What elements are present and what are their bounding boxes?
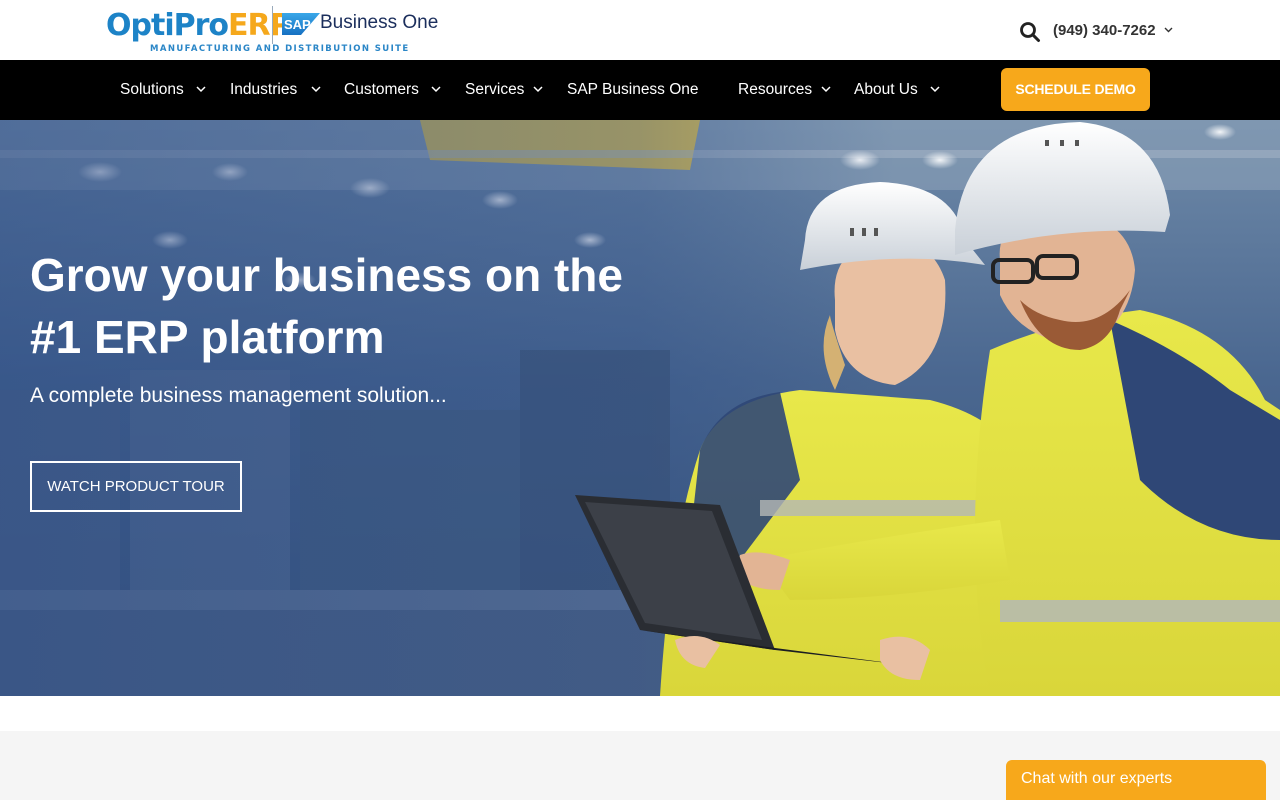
phone-dropdown[interactable]: (949) 340-7262 bbox=[1053, 22, 1173, 39]
page: OptiProERP® SAP Business One MANUFACTURI… bbox=[0, 0, 1280, 800]
nav-item-customers[interactable]: Customers bbox=[344, 60, 419, 120]
nav-item-industries[interactable]: Industries bbox=[230, 60, 297, 120]
nav-item-resources[interactable]: Resources bbox=[738, 60, 812, 120]
nav-label: Services bbox=[465, 81, 525, 98]
watch-product-tour-button[interactable]: WATCH PRODUCT TOUR bbox=[30, 461, 242, 512]
main-nav: Solutions Industries Customers Services … bbox=[0, 60, 1280, 120]
sap-logo-icon: SAP bbox=[282, 13, 320, 35]
partner-product-name: Business One bbox=[320, 12, 439, 33]
nav-item-solutions[interactable]: Solutions bbox=[120, 60, 184, 120]
nav-item-sap-business-one[interactable]: SAP Business One bbox=[567, 60, 699, 120]
chevron-down-icon bbox=[196, 86, 206, 93]
nav-label: Resources bbox=[738, 81, 813, 98]
chevron-down-icon bbox=[311, 86, 321, 93]
hero-image bbox=[0, 120, 1280, 696]
nav-label: Industries bbox=[230, 81, 298, 98]
logo-divider bbox=[272, 6, 273, 44]
chevron-down-icon bbox=[930, 86, 940, 93]
chat-with-experts-button[interactable]: Chat with our experts bbox=[1006, 760, 1266, 800]
logo-tagline: MANUFACTURING AND DISTRIBUTION SUITE bbox=[150, 44, 410, 54]
chevron-down-icon bbox=[533, 86, 543, 93]
hero-subtitle: A complete business management solution.… bbox=[30, 384, 447, 407]
nav-item-services[interactable]: Services bbox=[465, 60, 524, 120]
chevron-down-icon bbox=[1164, 27, 1173, 33]
nav-label: SAP Business One bbox=[567, 81, 699, 98]
hero-title: Grow your business on the #1 ERP platfor… bbox=[30, 249, 623, 363]
nav-item-about-us[interactable]: About Us bbox=[854, 60, 918, 120]
nav-label: About Us bbox=[854, 81, 918, 98]
svg-text:SAP: SAP bbox=[284, 17, 311, 32]
nav-label: Solutions bbox=[120, 81, 184, 98]
phone-number: (949) 340-7262 bbox=[1053, 22, 1156, 39]
search-button[interactable] bbox=[1019, 21, 1041, 43]
chevron-down-icon bbox=[431, 86, 441, 93]
nav-label: Customers bbox=[344, 81, 419, 98]
top-bar: OptiProERP® SAP Business One MANUFACTURI… bbox=[0, 0, 1280, 60]
site-logo[interactable]: OptiProERP® SAP Business One MANUFACTURI… bbox=[106, 4, 439, 58]
logo-wordmark: OptiProERP® bbox=[106, 8, 300, 43]
search-icon bbox=[1020, 22, 1040, 42]
section-spacer bbox=[0, 696, 1280, 731]
schedule-demo-button[interactable]: SCHEDULE DEMO bbox=[1001, 68, 1150, 111]
hero-banner: Grow your business on the #1 ERP platfor… bbox=[0, 120, 1280, 696]
chevron-down-icon bbox=[821, 86, 831, 93]
